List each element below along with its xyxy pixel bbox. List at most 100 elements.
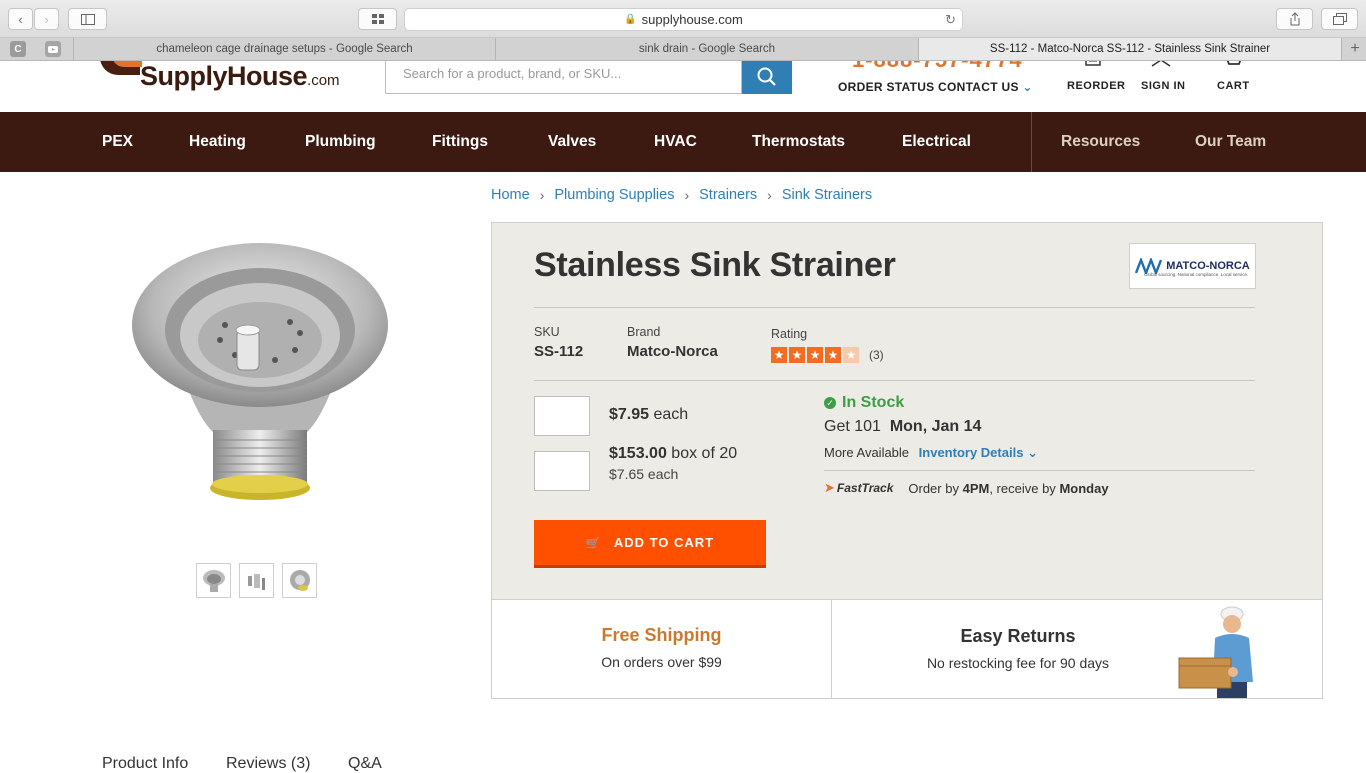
- nav-item-electrical[interactable]: Electrical: [902, 112, 971, 172]
- star-icon: ★: [789, 347, 805, 363]
- cart-link[interactable]: CART: [1217, 80, 1250, 92]
- breadcrumb-home[interactable]: Home: [491, 187, 530, 203]
- brand-label: Brand: [627, 325, 661, 339]
- site-header: SupplyHouse.com Search for a product, br…: [0, 61, 1366, 112]
- star-icon: ★: [771, 347, 787, 363]
- stock-status: ✓ In Stock: [824, 394, 904, 412]
- thumbnail-image: [202, 569, 225, 592]
- share-icon: [1290, 12, 1299, 26]
- divider: [534, 307, 1255, 308]
- nav-item-fittings[interactable]: Fittings: [432, 112, 488, 172]
- nav-item-pex[interactable]: PEX: [102, 112, 133, 172]
- free-shipping-box[interactable]: Free Shipping On orders over $99: [491, 599, 832, 699]
- pinned-tab[interactable]: C: [10, 41, 26, 57]
- tab-bar: C chameleon cage drainage setups - Googl…: [0, 38, 1366, 61]
- free-shipping-subtitle: On orders over $99: [601, 654, 722, 670]
- nav-item-our-team[interactable]: Our Team: [1195, 112, 1266, 172]
- sidebar-icon: [80, 13, 95, 25]
- tab-overview-button[interactable]: [358, 8, 397, 30]
- tabs-button[interactable]: [1321, 8, 1358, 30]
- breadcrumb: Home › Plumbing Supplies › Strainers › S…: [491, 187, 872, 203]
- forward-button[interactable]: ›: [34, 8, 59, 30]
- breadcrumb-strainers[interactable]: Strainers: [699, 187, 757, 203]
- product-panel: Stainless Sink Strainer MATCO-NORCA Glob…: [491, 222, 1323, 600]
- search-button[interactable]: [742, 61, 792, 94]
- delivery-person-image: [1178, 606, 1253, 698]
- cart-icon: [1226, 61, 1241, 65]
- order-status-link[interactable]: ORDER STATUS: [838, 80, 935, 94]
- quantity-input-each[interactable]: [534, 396, 590, 436]
- sku-value: SS-112: [534, 343, 584, 360]
- delivery-estimate: Get 101 Mon, Jan 14: [824, 418, 982, 435]
- main-nav: PEX Heating Plumbing Fittings Valves HVA…: [0, 112, 1366, 172]
- nav-item-plumbing[interactable]: Plumbing: [305, 112, 376, 172]
- breadcrumb-sink-strainers[interactable]: Sink Strainers: [782, 187, 872, 203]
- product-thumbnail[interactable]: [239, 563, 274, 598]
- contact-us-link[interactable]: CONTACT US ⌄: [938, 80, 1033, 94]
- free-shipping-title: Free Shipping: [601, 625, 722, 645]
- browser-tab[interactable]: chameleon cage drainage setups - Google …: [73, 38, 496, 60]
- new-tab-button[interactable]: +: [1344, 38, 1366, 60]
- url-text: supplyhouse.com: [641, 12, 743, 27]
- inventory-details-link[interactable]: Inventory Details ⌄: [919, 445, 1038, 460]
- product-thumbnail[interactable]: [282, 563, 317, 598]
- nav-item-valves[interactable]: Valves: [548, 112, 596, 172]
- rating-count[interactable]: (3): [869, 348, 884, 362]
- star-icon: ★: [825, 347, 841, 363]
- sku-label: SKU: [534, 325, 560, 339]
- sign-in-icon: [1151, 61, 1171, 67]
- nav-item-heating[interactable]: Heating: [189, 112, 246, 172]
- truck-icon: ➤: [824, 480, 835, 495]
- brand-value[interactable]: Matco-Norca: [627, 343, 718, 360]
- add-to-cart-button[interactable]: 🛒 ADD TO CART: [534, 520, 766, 568]
- divider: [824, 470, 1255, 471]
- tab-product-info[interactable]: Product Info: [102, 755, 188, 773]
- reorder-link[interactable]: REORDER: [1067, 80, 1126, 92]
- product-image[interactable]: [125, 230, 395, 510]
- site-logo[interactable]: SupplyHouse.com: [140, 61, 340, 92]
- nav-item-hvac[interactable]: HVAC: [654, 112, 697, 172]
- brand-logo[interactable]: MATCO-NORCA Global sourcing. National co…: [1129, 243, 1256, 289]
- check-circle-icon: ✓: [824, 397, 836, 409]
- pinned-tab-youtube[interactable]: [45, 41, 61, 57]
- nav-item-thermostats[interactable]: Thermostats: [752, 112, 845, 172]
- sidebar-toggle-button[interactable]: [68, 8, 107, 30]
- quantity-input-box[interactable]: [534, 451, 590, 491]
- browser-tab[interactable]: sink drain - Google Search: [496, 38, 919, 60]
- browser-toolbar: ‹ › 🔒 supplyhouse.com ↻: [0, 0, 1366, 38]
- search-input[interactable]: Search for a product, brand, or SKU...: [385, 61, 742, 94]
- rating-stars[interactable]: ★ ★ ★ ★ ★ (3): [771, 347, 884, 363]
- chevron-right-icon: ›: [767, 187, 772, 203]
- breadcrumb-plumbing-supplies[interactable]: Plumbing Supplies: [554, 187, 674, 203]
- sign-in-link[interactable]: SIGN IN: [1141, 80, 1185, 92]
- search-icon: [757, 67, 776, 86]
- address-bar[interactable]: 🔒 supplyhouse.com ↻: [404, 8, 963, 31]
- back-button[interactable]: ‹: [8, 8, 33, 30]
- easy-returns-subtitle: No restocking fee for 90 days: [926, 655, 1110, 671]
- product-thumbnail[interactable]: [196, 563, 231, 598]
- nav-item-resources[interactable]: Resources: [1061, 112, 1140, 172]
- more-available: More Available Inventory Details ⌄: [824, 445, 1038, 460]
- fasttrack-logo: ➤ FastTrack: [824, 480, 894, 495]
- easy-returns-box[interactable]: Easy Returns No restocking fee for 90 da…: [831, 599, 1323, 699]
- share-button[interactable]: [1276, 8, 1313, 30]
- phone-number[interactable]: 1-888-757-4774: [852, 61, 1023, 73]
- reload-icon[interactable]: ↻: [945, 12, 956, 28]
- chevron-down-icon: ⌄: [1022, 80, 1033, 94]
- fasttrack-info: ➤ FastTrack Order by 4PM, receive by Mond…: [824, 480, 1109, 496]
- price-box-each: $7.65 each: [609, 466, 679, 482]
- browser-tab-active[interactable]: SS-112 - Matco-Norca SS-112 - Stainless …: [919, 38, 1342, 60]
- tab-qa[interactable]: Q&A: [348, 755, 382, 773]
- thumbnail-image: [247, 573, 265, 590]
- chevron-down-icon: ⌄: [1027, 445, 1038, 460]
- thumbnail-image: [289, 569, 310, 591]
- price-box: $153.00 box of 20: [609, 445, 738, 462]
- rating-label: Rating: [771, 327, 808, 341]
- star-empty-icon: ★: [843, 347, 859, 363]
- divider: [534, 380, 1255, 381]
- chevron-right-icon: ›: [539, 187, 545, 203]
- star-icon: ★: [807, 347, 823, 363]
- cart-icon: 🛒: [585, 535, 602, 550]
- tab-reviews[interactable]: Reviews (3): [226, 755, 310, 773]
- lock-icon: 🔒: [624, 14, 637, 25]
